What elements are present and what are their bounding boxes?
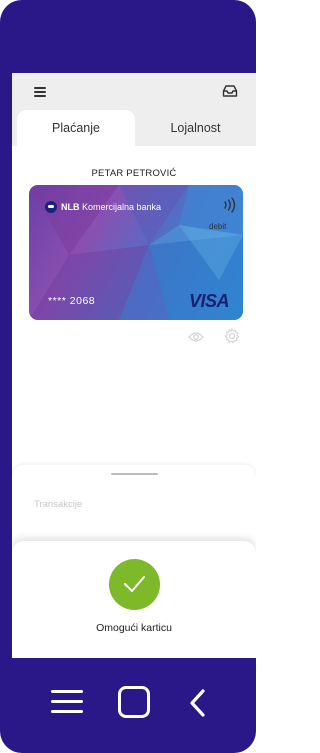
visa-logo: VISA [189, 291, 230, 311]
bank-name: NLB Komercijalna banka [61, 202, 162, 212]
tab-bar: Plaćanje Lojalnost [12, 110, 256, 146]
tab-loyalty[interactable]: Lojalnost [135, 110, 256, 146]
transactions-label: Transakcije [34, 499, 83, 510]
card-holder-name: PETAR PETROVIĆ [91, 168, 177, 179]
inbox-icon[interactable] [222, 84, 238, 98]
phone-frame: Plaćanje Lojalnost PETAR PETROVIĆ NLB Ko… [0, 0, 256, 753]
nav-recents-icon[interactable] [51, 690, 83, 714]
bank-logo: NLB Komercijalna banka [45, 201, 161, 213]
card-type-label: debit [209, 222, 227, 231]
card-number: **** 2068 [48, 295, 96, 307]
enable-card-button[interactable] [109, 559, 160, 610]
app-header [12, 73, 256, 110]
hamburger-menu-icon[interactable] [34, 85, 48, 97]
gear-icon[interactable] [224, 328, 240, 344]
sheet-drag-handle[interactable] [111, 473, 158, 475]
nav-back-icon[interactable] [188, 688, 208, 718]
enable-card-label: Omogući karticu [96, 622, 172, 634]
bank-logo-icon [45, 201, 57, 213]
enable-card-panel: Omogući karticu [12, 541, 256, 658]
checkmark-icon [124, 576, 145, 592]
nav-home-icon[interactable] [118, 686, 150, 718]
app-screen: Plaćanje Lojalnost PETAR PETROVIĆ NLB Ko… [12, 73, 256, 658]
payment-card[interactable]: NLB Komercijalna banka debit **** 2068 V… [29, 185, 243, 320]
tab-payment[interactable]: Plaćanje [17, 110, 135, 146]
contactless-icon [224, 197, 236, 213]
eye-icon[interactable] [188, 331, 204, 343]
